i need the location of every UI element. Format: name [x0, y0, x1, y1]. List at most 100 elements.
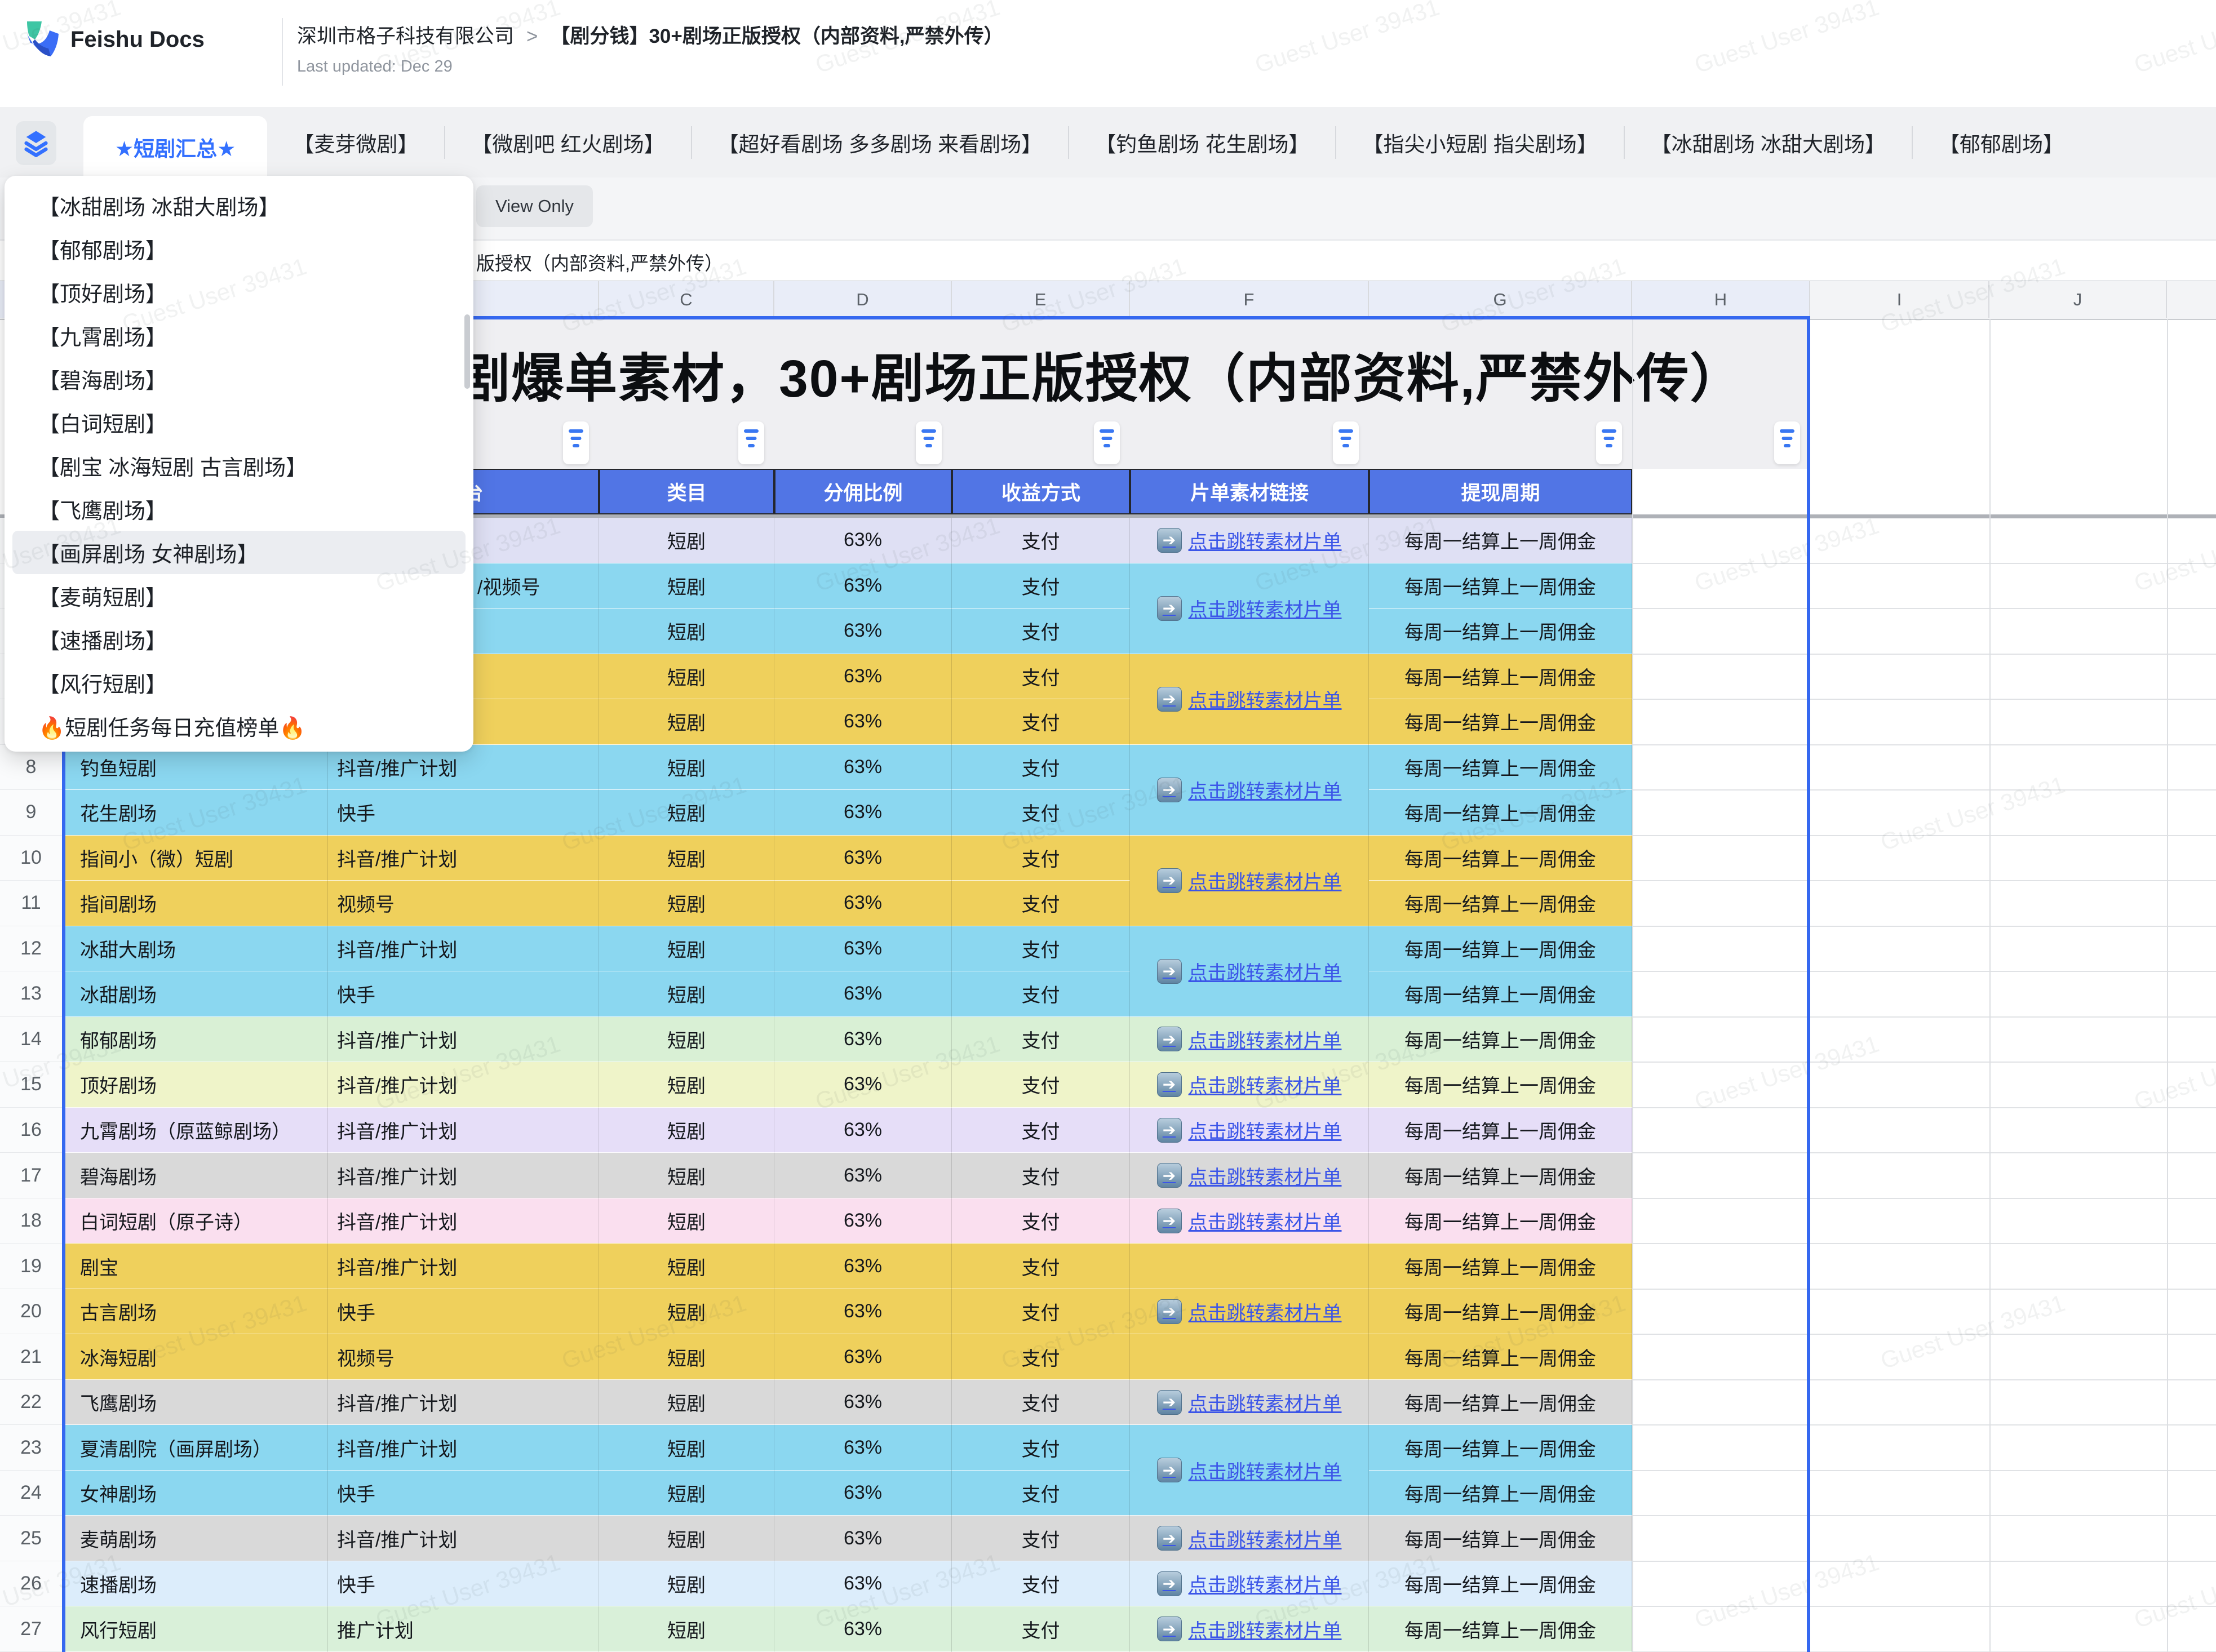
data-cell-E2[interactable]: 支付: [952, 518, 1130, 563]
payout-cell-21[interactable]: 每周一结算上一周佣金: [1369, 1334, 1632, 1380]
data-cell-E19[interactable]: 支付: [952, 1244, 1130, 1289]
sheet-tab[interactable]: 【指尖小短剧 指尖剧场】: [1336, 107, 1623, 177]
data-cell-A25[interactable]: 麦萌剧场: [63, 1516, 328, 1561]
filter-icon[interactable]: [1596, 421, 1622, 464]
payout-cell-15[interactable]: 每周一结算上一周佣金: [1369, 1062, 1632, 1108]
payout-cell-6[interactable]: 每周一结算上一周佣金: [1369, 699, 1632, 745]
payout-cell-13[interactable]: 每周一结算上一周佣金: [1369, 971, 1632, 1017]
payout-cell-23[interactable]: 每周一结算上一周佣金: [1369, 1425, 1632, 1471]
data-cell-D18[interactable]: 63%: [774, 1198, 952, 1244]
data-cell-C3[interactable]: 短剧: [599, 563, 774, 609]
material-link[interactable]: ➔点击跳转素材片单: [1157, 1116, 1342, 1144]
data-cell-D3[interactable]: 63%: [774, 563, 952, 609]
data-cell-E10[interactable]: 支付: [952, 836, 1130, 881]
row-number[interactable]: 13: [0, 971, 63, 1017]
data-cell-D5[interactable]: 63%: [774, 654, 952, 700]
data-cell-C8[interactable]: 短剧: [599, 745, 774, 791]
material-cell-3[interactable]: ➔点击跳转素材片单: [1130, 563, 1369, 654]
data-cell-D26[interactable]: 63%: [774, 1561, 952, 1607]
data-cell-C14[interactable]: 短剧: [599, 1017, 774, 1063]
data-cell-B15[interactable]: 抖音/推广计划: [328, 1062, 599, 1108]
data-cell-E18[interactable]: 支付: [952, 1198, 1130, 1244]
data-cell-B13[interactable]: 快手: [328, 971, 599, 1017]
row-number[interactable]: 24: [0, 1471, 63, 1516]
data-cell-B11[interactable]: 视频号: [328, 881, 599, 926]
filter-icon[interactable]: [563, 421, 589, 464]
column-letter-G[interactable]: G: [1369, 281, 1632, 318]
dropdown-item[interactable]: 【冰甜剧场 冰甜大剧场】: [12, 184, 466, 227]
payout-cell-18[interactable]: 每周一结算上一周佣金: [1369, 1198, 1632, 1244]
row-number[interactable]: 20: [0, 1289, 63, 1335]
header-cell-category[interactable]: 类目: [599, 469, 774, 514]
data-cell-A22[interactable]: 飞鹰剧场: [63, 1380, 328, 1425]
material-link[interactable]: ➔点击跳转素材片单: [1157, 1570, 1342, 1597]
data-cell-C10[interactable]: 短剧: [599, 836, 774, 881]
payout-cell-4[interactable]: 每周一结算上一周佣金: [1369, 609, 1632, 654]
data-cell-A27[interactable]: 风行短剧: [63, 1606, 328, 1652]
material-link[interactable]: ➔点击跳转素材片单: [1157, 957, 1342, 985]
data-cell-E17[interactable]: 支付: [952, 1153, 1130, 1198]
payout-cell-19[interactable]: 每周一结算上一周佣金: [1369, 1244, 1632, 1289]
data-cell-E11[interactable]: 支付: [952, 881, 1130, 926]
header-cell-pay[interactable]: 收益方式: [952, 469, 1130, 514]
filter-icon[interactable]: [1333, 421, 1359, 464]
material-link[interactable]: ➔点击跳转素材片单: [1157, 1388, 1342, 1416]
data-cell-E25[interactable]: 支付: [952, 1516, 1130, 1561]
material-link[interactable]: ➔点击跳转素材片单: [1157, 1525, 1342, 1552]
data-cell-B16[interactable]: 抖音/推广计划: [328, 1108, 599, 1153]
material-link[interactable]: ➔点击跳转素材片单: [1157, 1162, 1342, 1189]
data-cell-E26[interactable]: 支付: [952, 1561, 1130, 1607]
row-number[interactable]: 18: [0, 1198, 63, 1244]
material-link[interactable]: ➔点击跳转素材片单: [1157, 1071, 1342, 1098]
data-cell-D14[interactable]: 63%: [774, 1017, 952, 1063]
column-letter-J[interactable]: J: [1989, 281, 2167, 318]
data-cell-A18[interactable]: 白词短剧（原子诗）: [63, 1198, 328, 1244]
dropdown-item-active[interactable]: 【画屏剧场 女神剧场】: [12, 531, 466, 574]
data-cell-E22[interactable]: 支付: [952, 1380, 1130, 1425]
data-cell-D8[interactable]: 63%: [774, 745, 952, 791]
data-cell-D23[interactable]: 63%: [774, 1425, 952, 1471]
data-cell-B19[interactable]: 抖音/推广计划: [328, 1244, 599, 1289]
data-cell-E20[interactable]: 支付: [952, 1289, 1130, 1335]
sheet-tab[interactable]: 【钓鱼剧场 花生剧场】: [1069, 107, 1335, 177]
data-cell-C18[interactable]: 短剧: [599, 1198, 774, 1244]
dropdown-item[interactable]: 【碧海剧场】: [12, 357, 466, 401]
column-letter-F[interactable]: F: [1130, 281, 1369, 318]
dropdown-item[interactable]: 🔥短剧任务每日充值榜单🔥: [12, 704, 466, 748]
row-number[interactable]: 12: [0, 926, 63, 972]
material-cell-14[interactable]: ➔点击跳转素材片单: [1130, 1017, 1369, 1063]
data-cell-D17[interactable]: 63%: [774, 1153, 952, 1198]
payout-cell-5[interactable]: 每周一结算上一周佣金: [1369, 654, 1632, 700]
payout-cell-26[interactable]: 每周一结算上一周佣金: [1369, 1561, 1632, 1607]
sheet-tab[interactable]: 【郁郁剧场】: [1913, 107, 2090, 177]
data-cell-B18[interactable]: 抖音/推广计划: [328, 1198, 599, 1244]
sheet-tab[interactable]: 【微剧吧 红火剧场】: [445, 107, 690, 177]
data-cell-E6[interactable]: 支付: [952, 699, 1130, 745]
payout-cell-14[interactable]: 每周一结算上一周佣金: [1369, 1017, 1632, 1063]
data-cell-B12[interactable]: 抖音/推广计划: [328, 926, 599, 972]
data-cell-A12[interactable]: 冰甜大剧场: [63, 926, 328, 972]
data-cell-E12[interactable]: 支付: [952, 926, 1130, 972]
data-cell-A16[interactable]: 九霄剧场（原蓝鲸剧场）: [63, 1108, 328, 1153]
material-cell-27[interactable]: ➔点击跳转素材片单: [1130, 1606, 1369, 1652]
sheets-list-button[interactable]: [16, 121, 56, 165]
data-cell-D10[interactable]: 63%: [774, 836, 952, 881]
material-cell-25[interactable]: ➔点击跳转素材片单: [1130, 1516, 1369, 1561]
payout-cell-2[interactable]: 每周一结算上一周佣金: [1369, 518, 1632, 563]
data-cell-E23[interactable]: 支付: [952, 1425, 1130, 1471]
data-cell-B22[interactable]: 抖音/推广计划: [328, 1380, 599, 1425]
dropdown-item[interactable]: 【顶好剧场】: [12, 270, 466, 314]
data-cell-D4[interactable]: 63%: [774, 609, 952, 654]
material-cell-22[interactable]: ➔点击跳转素材片单: [1130, 1380, 1369, 1425]
data-cell-A20[interactable]: 古言剧场: [63, 1289, 328, 1335]
dropdown-item[interactable]: 【风行短剧】: [12, 661, 466, 704]
data-cell-C21[interactable]: 短剧: [599, 1334, 774, 1380]
data-cell-D6[interactable]: 63%: [774, 699, 952, 745]
data-cell-A26[interactable]: 速播剧场: [63, 1561, 328, 1607]
data-cell-C15[interactable]: 短剧: [599, 1062, 774, 1108]
payout-cell-12[interactable]: 每周一结算上一周佣金: [1369, 926, 1632, 972]
material-link[interactable]: ➔点击跳转素材片单: [1157, 594, 1342, 622]
payout-cell-24[interactable]: 每周一结算上一周佣金: [1369, 1471, 1632, 1516]
row-number[interactable]: 21: [0, 1334, 63, 1380]
row-number[interactable]: 27: [0, 1606, 63, 1652]
